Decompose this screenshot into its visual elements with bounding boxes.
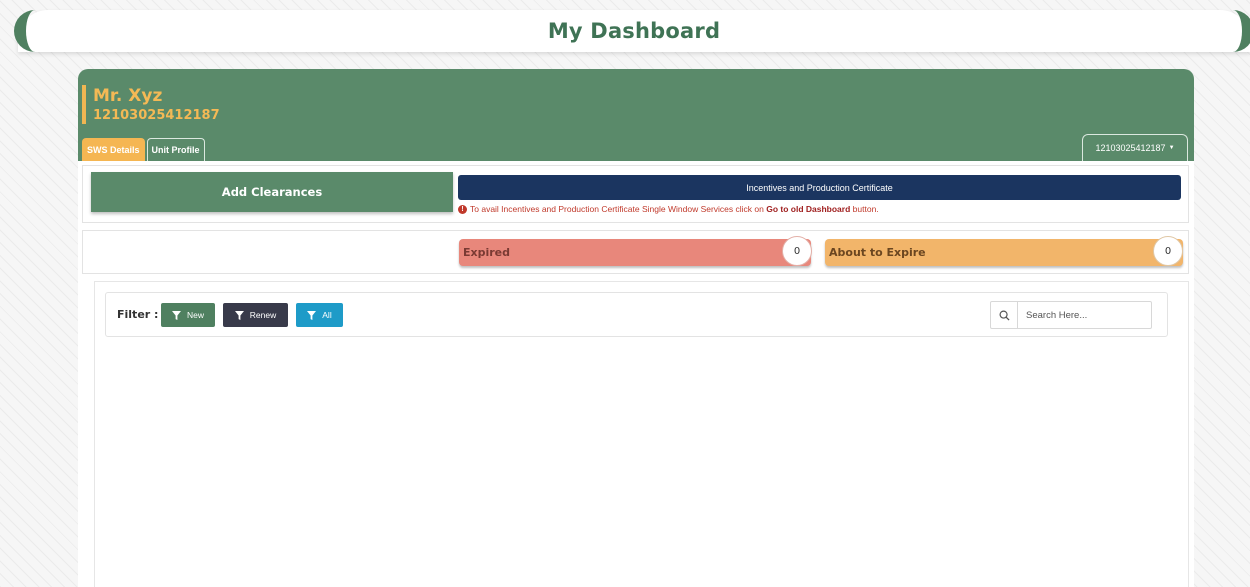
incentives-notice: ! To avail Incentives and Production Cer… <box>458 204 879 214</box>
expired-stat[interactable]: Expired 0 <box>459 236 812 266</box>
stats-row: Expired 0 About to Expire 0 <box>82 230 1189 274</box>
filter-icon <box>171 310 181 320</box>
filter-renew-label: Renew <box>249 310 277 320</box>
about-to-expire-count: 0 <box>1153 236 1183 266</box>
search-input[interactable] <box>1018 302 1151 328</box>
clearances-card: Filter : New Renew All <box>94 281 1189 587</box>
filter-new-button[interactable]: New <box>161 303 215 327</box>
alert-icon: ! <box>458 204 467 214</box>
profile-header: Mr. Xyz 12103025412187 SWS Details Unit … <box>78 69 1194 161</box>
tab-sws-details[interactable]: SWS Details <box>82 138 145 161</box>
chevron-down-icon: ▼ <box>1168 145 1175 151</box>
filter-renew-button[interactable]: Renew <box>223 303 288 327</box>
page-header: My Dashboard <box>14 10 1250 52</box>
profile-tabs: SWS Details Unit Profile <box>82 138 205 161</box>
incentives-button[interactable]: Incentives and Production Certificate <box>458 175 1181 200</box>
notice-text: To avail Incentives and Production Certi… <box>470 204 879 214</box>
old-dashboard-link[interactable]: Go to old Dashboard <box>766 204 850 214</box>
search-box <box>990 301 1152 329</box>
user-id: 12103025412187 <box>93 108 220 123</box>
unit-selector-value: 12103025412187 <box>1095 143 1166 153</box>
add-clearances-button[interactable]: Add Clearances <box>91 172 453 212</box>
page-title: My Dashboard <box>547 19 721 43</box>
filter-all-label: All <box>322 310 332 320</box>
search-icon[interactable] <box>991 302 1018 328</box>
user-block: Mr. Xyz 12103025412187 <box>82 85 220 124</box>
unit-selector-dropdown[interactable]: 12103025412187 ▼ <box>1082 134 1188 161</box>
filter-icon <box>307 310 317 320</box>
dashboard-panel: Mr. Xyz 12103025412187 SWS Details Unit … <box>78 69 1194 587</box>
filter-new-label: New <box>186 310 204 320</box>
about-to-expire-label: About to Expire <box>829 246 926 259</box>
filter-bar: Filter : New Renew All <box>105 292 1168 337</box>
filter-icon <box>234 310 244 320</box>
about-to-expire-stat[interactable]: About to Expire 0 <box>825 236 1183 266</box>
expired-label: Expired <box>463 246 511 259</box>
tab-unit-profile[interactable]: Unit Profile <box>146 138 205 161</box>
user-name: Mr. Xyz <box>93 86 163 106</box>
expired-count: 0 <box>782 236 812 266</box>
filter-label: Filter : <box>117 308 159 321</box>
filter-all-button[interactable]: All <box>296 303 343 327</box>
actions-row: Add Clearances Incentives and Production… <box>82 165 1189 223</box>
